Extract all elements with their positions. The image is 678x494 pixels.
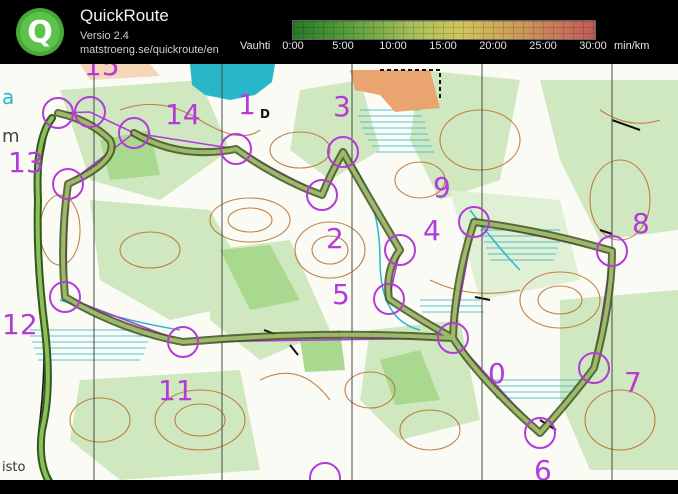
map-small-letter: D xyxy=(260,107,270,121)
pace-tick: 20:00 xyxy=(479,40,507,52)
control-label-4: 4 xyxy=(423,214,441,247)
control-label-6: 6 xyxy=(534,454,552,480)
control-label-8: 8 xyxy=(632,207,650,240)
app-version: Versio 2.4 xyxy=(80,30,129,42)
control-label-1: 1 xyxy=(238,88,256,121)
control-label-12: 12 xyxy=(2,308,38,341)
pace-tick: 5:00 xyxy=(332,40,354,52)
pace-scale-grid xyxy=(293,21,595,39)
pace-tick: 10:00 xyxy=(379,40,407,52)
pace-tick: 30:00 xyxy=(579,40,607,52)
app-header: Q QuickRoute Versio 2.4 matstroeng.se/qu… xyxy=(0,0,678,64)
map-edge-text: m xyxy=(2,126,20,147)
control-label-10: 0 xyxy=(488,357,506,390)
map-edge-text: a xyxy=(2,85,14,109)
quickroute-logo: Q xyxy=(16,8,64,56)
pace-unit: min/km xyxy=(614,40,650,52)
orienteering-map[interactable]: 13 14 1 3 2 9 4 8 5 12 11 0 7 6 15 a m i… xyxy=(0,64,678,480)
map-edge-text: isto xyxy=(2,460,25,475)
control-label-3: 3 xyxy=(333,90,351,123)
control-label-9: 9 xyxy=(433,171,451,204)
pace-label: Vauhti xyxy=(240,40,271,52)
svg-text:Q: Q xyxy=(27,15,53,50)
control-label-2: 2 xyxy=(326,222,344,255)
control-label-13: 13 xyxy=(8,146,44,179)
app-url: matstroeng.se/quickroute/en xyxy=(80,44,219,56)
control-label-5: 5 xyxy=(332,278,350,311)
pace-tick: 25:00 xyxy=(529,40,557,52)
pace-color-scale xyxy=(292,20,596,40)
map-canvas: 13 14 1 3 2 9 4 8 5 12 11 0 7 6 15 a m i… xyxy=(0,64,678,480)
pace-tick: 15:00 xyxy=(429,40,457,52)
footer-bar xyxy=(0,480,678,494)
pace-tick: 0:00 xyxy=(282,40,304,52)
control-label-14: 14 xyxy=(165,98,201,131)
control-label-15: 15 xyxy=(84,64,120,82)
control-label-7: 7 xyxy=(624,366,642,399)
app-name: QuickRoute xyxy=(80,6,169,25)
control-label-11: 11 xyxy=(158,374,194,407)
